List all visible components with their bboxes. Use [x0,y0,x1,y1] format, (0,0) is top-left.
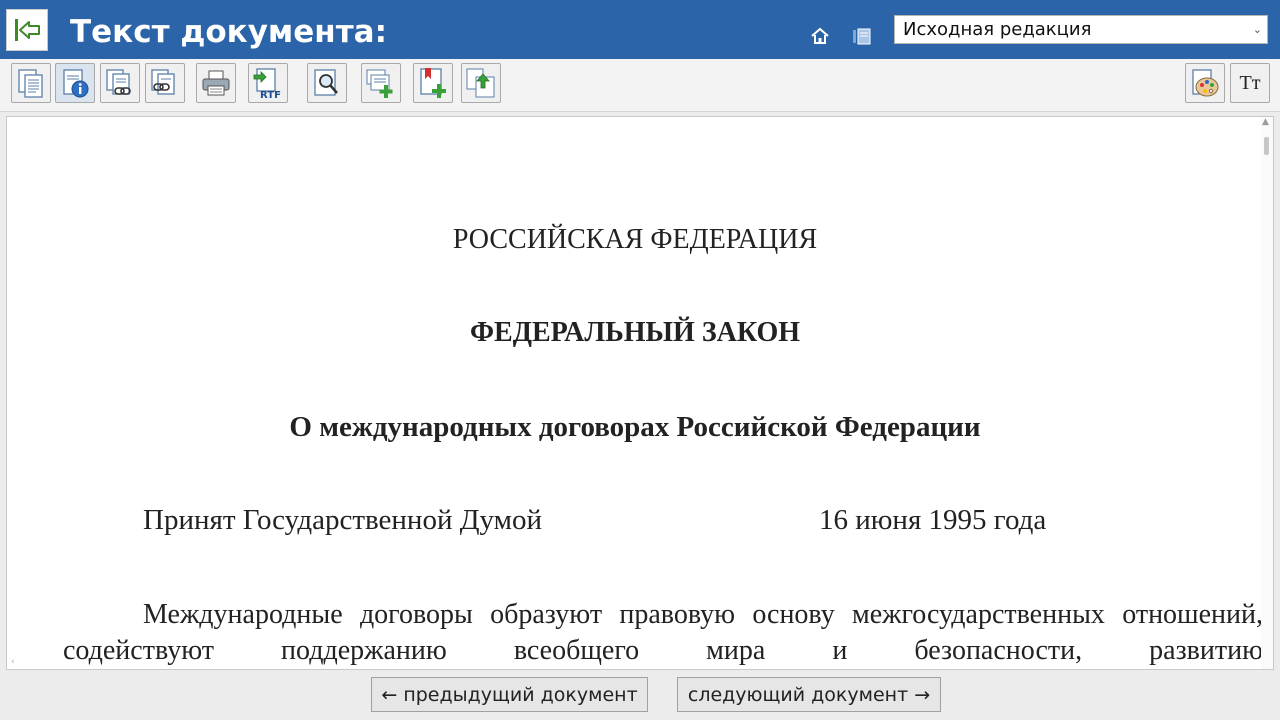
vertical-scrollbar[interactable]: ▲ [1261,117,1273,669]
color-scheme-button[interactable] [1185,63,1225,103]
page-title: Текст документа: [70,14,387,50]
chevron-down-icon: ⌄ [1252,23,1262,36]
font-size-button[interactable]: Tт [1230,63,1270,103]
next-document-button[interactable]: следующий документ → [677,677,941,712]
print-button[interactable] [196,63,236,103]
back-button[interactable] [6,9,48,51]
adopted-date: 16 июня 1995 года [819,504,1047,536]
structure-icon [466,68,495,98]
adopted-by: Принят Государственной Думой [143,504,542,536]
document-viewport[interactable]: РОССИЙСКАЯ ФЕДЕРАЦИЯ ФЕДЕРАЛЬНЫЙ ЗАКОН О… [6,116,1274,670]
add-to-folder-icon [366,69,393,98]
document-country: РОССИЙСКАЯ ФЕДЕРАЦИЯ [452,224,818,255]
structure-button[interactable] [461,63,501,103]
scrollbar-thumb[interactable] [1264,137,1269,155]
print-icon [202,70,230,96]
document-links-alt-button[interactable] [145,63,185,103]
search-document-button[interactable] [307,63,347,103]
add-to-folder-button[interactable] [361,63,401,103]
document-links-alt-icon [151,69,175,95]
toolbar: RTF Tт [0,59,1280,112]
document-text-icon [18,69,43,98]
footer-navigation: ← предыдущий документ следующий документ… [0,670,1280,720]
collapse-left-icon [15,19,40,41]
header-bar: Текст документа: Исходная редакция ⌄ [0,0,1280,59]
add-bookmark-icon [420,68,446,98]
edition-select-value: Исходная редакция [903,19,1092,40]
export-rtf-icon: RTF [253,68,281,100]
document-law-title: О международных договорах Российской Фед… [289,411,981,443]
previous-document-button[interactable]: ← предыдущий документ [371,677,648,712]
documents-icon[interactable] [850,24,874,48]
document-text-button[interactable] [11,63,51,103]
export-rtf-button[interactable]: RTF [248,63,288,103]
document-links-icon [106,69,131,95]
preamble-paragraph: Международные договоры образуют правовую… [63,599,1263,666]
document-info-button[interactable] [55,63,95,103]
scroll-left-icon[interactable]: ‹ [11,657,15,667]
search-document-icon [314,69,338,96]
document-law-type: ФЕДЕРАЛЬНЫЙ ЗАКОН [470,317,800,348]
document-info-icon [63,69,89,98]
home-icon[interactable] [808,24,832,48]
add-bookmark-button[interactable] [413,63,453,103]
edition-select[interactable]: Исходная редакция ⌄ [894,15,1268,44]
scroll-up-icon[interactable]: ▲ [1262,117,1269,127]
rtf-badge: RTF [260,90,281,100]
document-links-button[interactable] [100,63,140,103]
font-size-icon: Tт [1239,71,1261,94]
color-palette-icon [1192,69,1219,97]
